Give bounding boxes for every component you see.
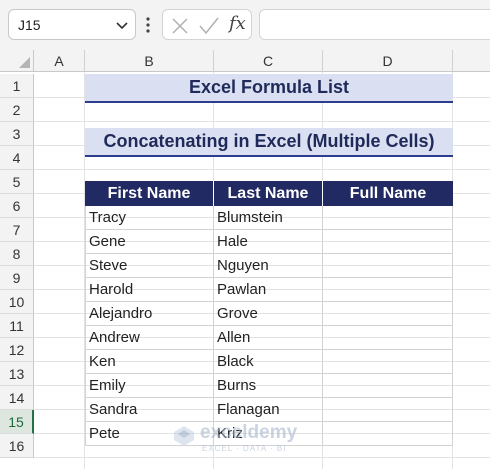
full-name-cell[interactable] bbox=[323, 350, 453, 374]
header-first-name[interactable]: First Name bbox=[85, 181, 214, 206]
last-name-cell[interactable]: Allen bbox=[214, 326, 323, 350]
grid-line bbox=[34, 121, 490, 122]
row-header-2[interactable]: 2 bbox=[0, 98, 34, 122]
full-name-cell[interactable] bbox=[323, 278, 453, 302]
name-box-value: J15 bbox=[18, 17, 41, 33]
first-name-cell[interactable]: Ken bbox=[85, 350, 214, 374]
watermark-name: exceldemy bbox=[200, 422, 298, 443]
row-header-4[interactable]: 4 bbox=[0, 146, 34, 170]
first-name-cell[interactable]: Sandra bbox=[85, 398, 214, 422]
name-box[interactable]: J15 bbox=[8, 9, 136, 40]
column-header-a[interactable]: A bbox=[34, 50, 85, 72]
column-header-b[interactable]: B bbox=[85, 50, 214, 72]
last-name-cell[interactable]: Nguyen bbox=[214, 254, 323, 278]
formula-actions: fx bbox=[162, 9, 252, 40]
header-last-name[interactable]: Last Name bbox=[214, 181, 323, 206]
full-name-cell[interactable] bbox=[323, 302, 453, 326]
full-name-cell[interactable] bbox=[323, 374, 453, 398]
row-header-11[interactable]: 11 bbox=[0, 314, 34, 338]
first-name-cell[interactable]: Andrew bbox=[85, 326, 214, 350]
first-name-cell[interactable]: Emily bbox=[85, 374, 214, 398]
full-name-cell[interactable] bbox=[323, 326, 453, 350]
chevron-down-icon[interactable] bbox=[115, 18, 129, 32]
header-full-name[interactable]: Full Name bbox=[323, 181, 453, 206]
last-name-cell[interactable]: Hale bbox=[214, 230, 323, 254]
check-icon[interactable] bbox=[199, 17, 219, 35]
select-all-corner[interactable] bbox=[0, 50, 34, 72]
exceldemy-watermark: exceldemy EXCEL · DATA · BI bbox=[172, 420, 322, 456]
full-name-cell[interactable] bbox=[323, 230, 453, 254]
row-header-7[interactable]: 7 bbox=[0, 218, 34, 242]
first-name-cell[interactable]: Harold bbox=[85, 278, 214, 302]
row-header-12[interactable]: 12 bbox=[0, 338, 34, 362]
cancel-icon[interactable] bbox=[172, 18, 188, 34]
sheet-subtitle: Concatenating in Excel (Multiple Cells) bbox=[85, 128, 453, 157]
row-header-6[interactable]: 6 bbox=[0, 194, 34, 218]
last-name-cell[interactable]: Grove bbox=[214, 302, 323, 326]
full-name-cell[interactable] bbox=[323, 422, 453, 446]
more-options-icon[interactable] bbox=[145, 16, 151, 34]
exceldemy-logo-icon bbox=[174, 426, 194, 446]
row-header-8[interactable]: 8 bbox=[0, 242, 34, 266]
insert-function-button[interactable]: fx bbox=[229, 13, 246, 34]
row-header-13[interactable]: 13 bbox=[0, 362, 34, 386]
last-name-cell[interactable]: Pawlan bbox=[214, 278, 323, 302]
column-header-c[interactable]: C bbox=[214, 50, 323, 72]
row-header-3[interactable]: 3 bbox=[0, 122, 34, 146]
grid-line bbox=[34, 457, 490, 458]
row-header-15[interactable]: 15 bbox=[0, 410, 34, 434]
row-header-9[interactable]: 9 bbox=[0, 266, 34, 290]
row-header-5[interactable]: 5 bbox=[0, 170, 34, 194]
last-name-cell[interactable]: Flanagan bbox=[214, 398, 323, 422]
last-name-cell[interactable]: Blumstein bbox=[214, 206, 323, 230]
last-name-cell[interactable]: Burns bbox=[214, 374, 323, 398]
grid-line bbox=[34, 169, 490, 170]
first-name-cell[interactable]: Gene bbox=[85, 230, 214, 254]
formula-bar: J15 fx bbox=[0, 0, 490, 50]
sheet-title: Excel Formula List bbox=[85, 74, 453, 103]
full-name-cell[interactable] bbox=[323, 254, 453, 278]
full-name-cell[interactable] bbox=[323, 206, 453, 230]
first-name-cell[interactable]: Tracy bbox=[85, 206, 214, 230]
column-header-d[interactable]: D bbox=[323, 50, 453, 72]
first-name-cell[interactable]: Alejandro bbox=[85, 302, 214, 326]
row-header-10[interactable]: 10 bbox=[0, 290, 34, 314]
row-header-1[interactable]: 1 bbox=[0, 74, 34, 98]
last-name-cell[interactable]: Black bbox=[214, 350, 323, 374]
column-header-e[interactable] bbox=[453, 50, 490, 72]
full-name-cell[interactable] bbox=[323, 398, 453, 422]
first-name-cell[interactable]: Steve bbox=[85, 254, 214, 278]
formula-input[interactable] bbox=[259, 9, 490, 40]
row-header-16[interactable]: 16 bbox=[0, 434, 34, 458]
row-header-14[interactable]: 14 bbox=[0, 386, 34, 410]
watermark-tagline: EXCEL · DATA · BI bbox=[202, 444, 287, 453]
